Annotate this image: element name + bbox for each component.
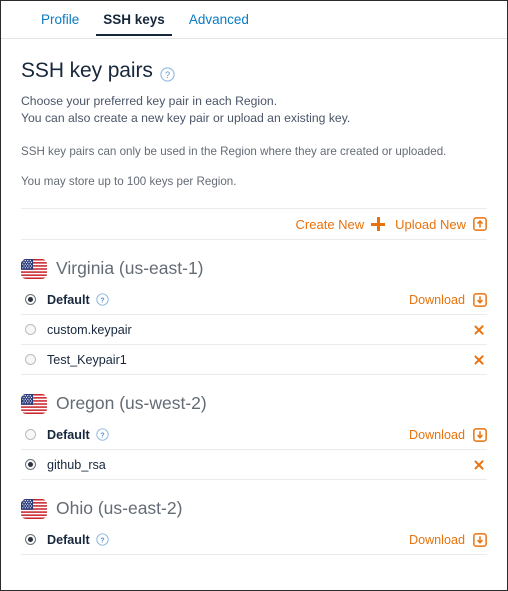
us-flag-icon bbox=[21, 258, 47, 279]
help-circle-icon[interactable]: ? bbox=[160, 64, 175, 82]
help-circle-icon[interactable]: ? bbox=[96, 428, 109, 441]
region-header: Ohio (us-east-2) bbox=[21, 498, 487, 519]
download-label: Download bbox=[408, 532, 465, 547]
key-label[interactable]: Default ? bbox=[47, 428, 109, 442]
help-circle-icon[interactable]: ? bbox=[96, 533, 109, 546]
divider-below-actions bbox=[1, 239, 507, 240]
download-box-icon bbox=[473, 532, 487, 547]
download-box-icon bbox=[473, 292, 487, 307]
svg-text:?: ? bbox=[100, 430, 105, 439]
region-section: Oregon (us-west-2) Default ? Download git… bbox=[1, 393, 507, 480]
region-section: Virginia (us-east-1) Default ? Download c… bbox=[1, 258, 507, 375]
download-button[interactable]: Download bbox=[409, 428, 487, 442]
svg-text:?: ? bbox=[100, 535, 105, 544]
page-title-text: SSH key pairs bbox=[21, 59, 153, 82]
svg-text:?: ? bbox=[165, 69, 170, 79]
note-region-scope: SSH key pairs can only be used in the Re… bbox=[21, 145, 447, 158]
ssh-keys-panel: Profile SSH keys Advanced SSH key pairs ? … bbox=[0, 0, 508, 591]
intro-text: Choose your preferred key pair in each R… bbox=[21, 93, 487, 127]
download-label: Download bbox=[408, 292, 465, 307]
delete-key-button[interactable] bbox=[472, 353, 486, 367]
key-label-text: custom.keypair bbox=[47, 322, 132, 337]
download-label: Download bbox=[408, 427, 465, 442]
tab-label: Advanced bbox=[188, 12, 249, 27]
help-circle-icon[interactable]: ? bbox=[96, 293, 109, 306]
note-key-limit: You may store up to 100 keys per Region. bbox=[21, 175, 237, 188]
key-label-text: github_rsa bbox=[47, 457, 106, 472]
key-row: custom.keypair bbox=[21, 315, 487, 345]
key-radio-button[interactable] bbox=[25, 354, 36, 365]
key-radio-button[interactable] bbox=[25, 294, 36, 305]
actions-row: Create New Upload New bbox=[1, 209, 507, 239]
download-button[interactable]: Download bbox=[409, 293, 487, 307]
page-title: SSH key pairs ? bbox=[21, 59, 487, 83]
key-row: Default ? Download bbox=[21, 285, 487, 315]
create-new-button[interactable]: Create New bbox=[296, 217, 386, 232]
download-box-icon bbox=[473, 427, 487, 442]
key-row: Test_Keypair1 bbox=[21, 345, 487, 375]
key-label-text: Test_Keypair1 bbox=[47, 352, 127, 367]
key-radio-button[interactable] bbox=[25, 324, 36, 335]
tab-ssh-keys[interactable]: SSH keys bbox=[91, 1, 177, 38]
key-radio-button[interactable] bbox=[25, 459, 36, 470]
key-label[interactable]: github_rsa bbox=[47, 458, 106, 472]
regions-list: Virginia (us-east-1) Default ? Download c… bbox=[1, 258, 507, 555]
key-label-text: Default bbox=[47, 427, 90, 442]
tab-bar: Profile SSH keys Advanced bbox=[1, 1, 507, 39]
key-label[interactable]: Default ? bbox=[47, 293, 109, 307]
svg-text:?: ? bbox=[100, 295, 105, 304]
region-header: Virginia (us-east-1) bbox=[21, 258, 487, 279]
key-label-text: Default bbox=[47, 532, 90, 547]
region-section: Ohio (us-east-2) Default ? Download bbox=[1, 498, 507, 555]
us-flag-icon bbox=[21, 393, 47, 414]
delete-key-button[interactable] bbox=[472, 323, 486, 337]
upload-box-icon bbox=[473, 217, 487, 231]
region-name: Virginia (us-east-1) bbox=[56, 258, 204, 278]
panel-content: SSH key pairs ? Choose your preferred ke… bbox=[1, 59, 507, 190]
key-row: Default ? Download bbox=[21, 420, 487, 450]
tab-label: Profile bbox=[41, 12, 80, 27]
tab-advanced[interactable]: Advanced bbox=[177, 1, 261, 38]
key-label[interactable]: Default ? bbox=[47, 533, 109, 547]
key-label-text: Default bbox=[47, 292, 90, 307]
plus-icon bbox=[371, 217, 386, 231]
intro-line-2: You can also create a new key pair or up… bbox=[21, 111, 351, 125]
delete-key-button[interactable] bbox=[472, 458, 486, 472]
region-name: Oregon (us-west-2) bbox=[56, 393, 207, 413]
key-label[interactable]: Test_Keypair1 bbox=[47, 353, 127, 367]
us-flag-icon bbox=[21, 498, 47, 519]
upload-new-button[interactable]: Upload New bbox=[395, 217, 487, 232]
upload-new-label: Upload New bbox=[395, 216, 466, 232]
region-header: Oregon (us-west-2) bbox=[21, 393, 487, 414]
download-button[interactable]: Download bbox=[409, 533, 487, 547]
key-row: Default ? Download bbox=[21, 525, 487, 555]
tab-profile[interactable]: Profile bbox=[29, 1, 91, 38]
tab-label: SSH keys bbox=[103, 12, 165, 27]
region-name: Ohio (us-east-2) bbox=[56, 498, 183, 518]
create-new-label: Create New bbox=[295, 216, 365, 232]
key-label[interactable]: custom.keypair bbox=[47, 323, 132, 337]
intro-line-1: Choose your preferred key pair in each R… bbox=[21, 94, 278, 108]
key-row: github_rsa bbox=[21, 450, 487, 480]
key-radio-button[interactable] bbox=[25, 429, 36, 440]
key-radio-button[interactable] bbox=[25, 534, 36, 545]
